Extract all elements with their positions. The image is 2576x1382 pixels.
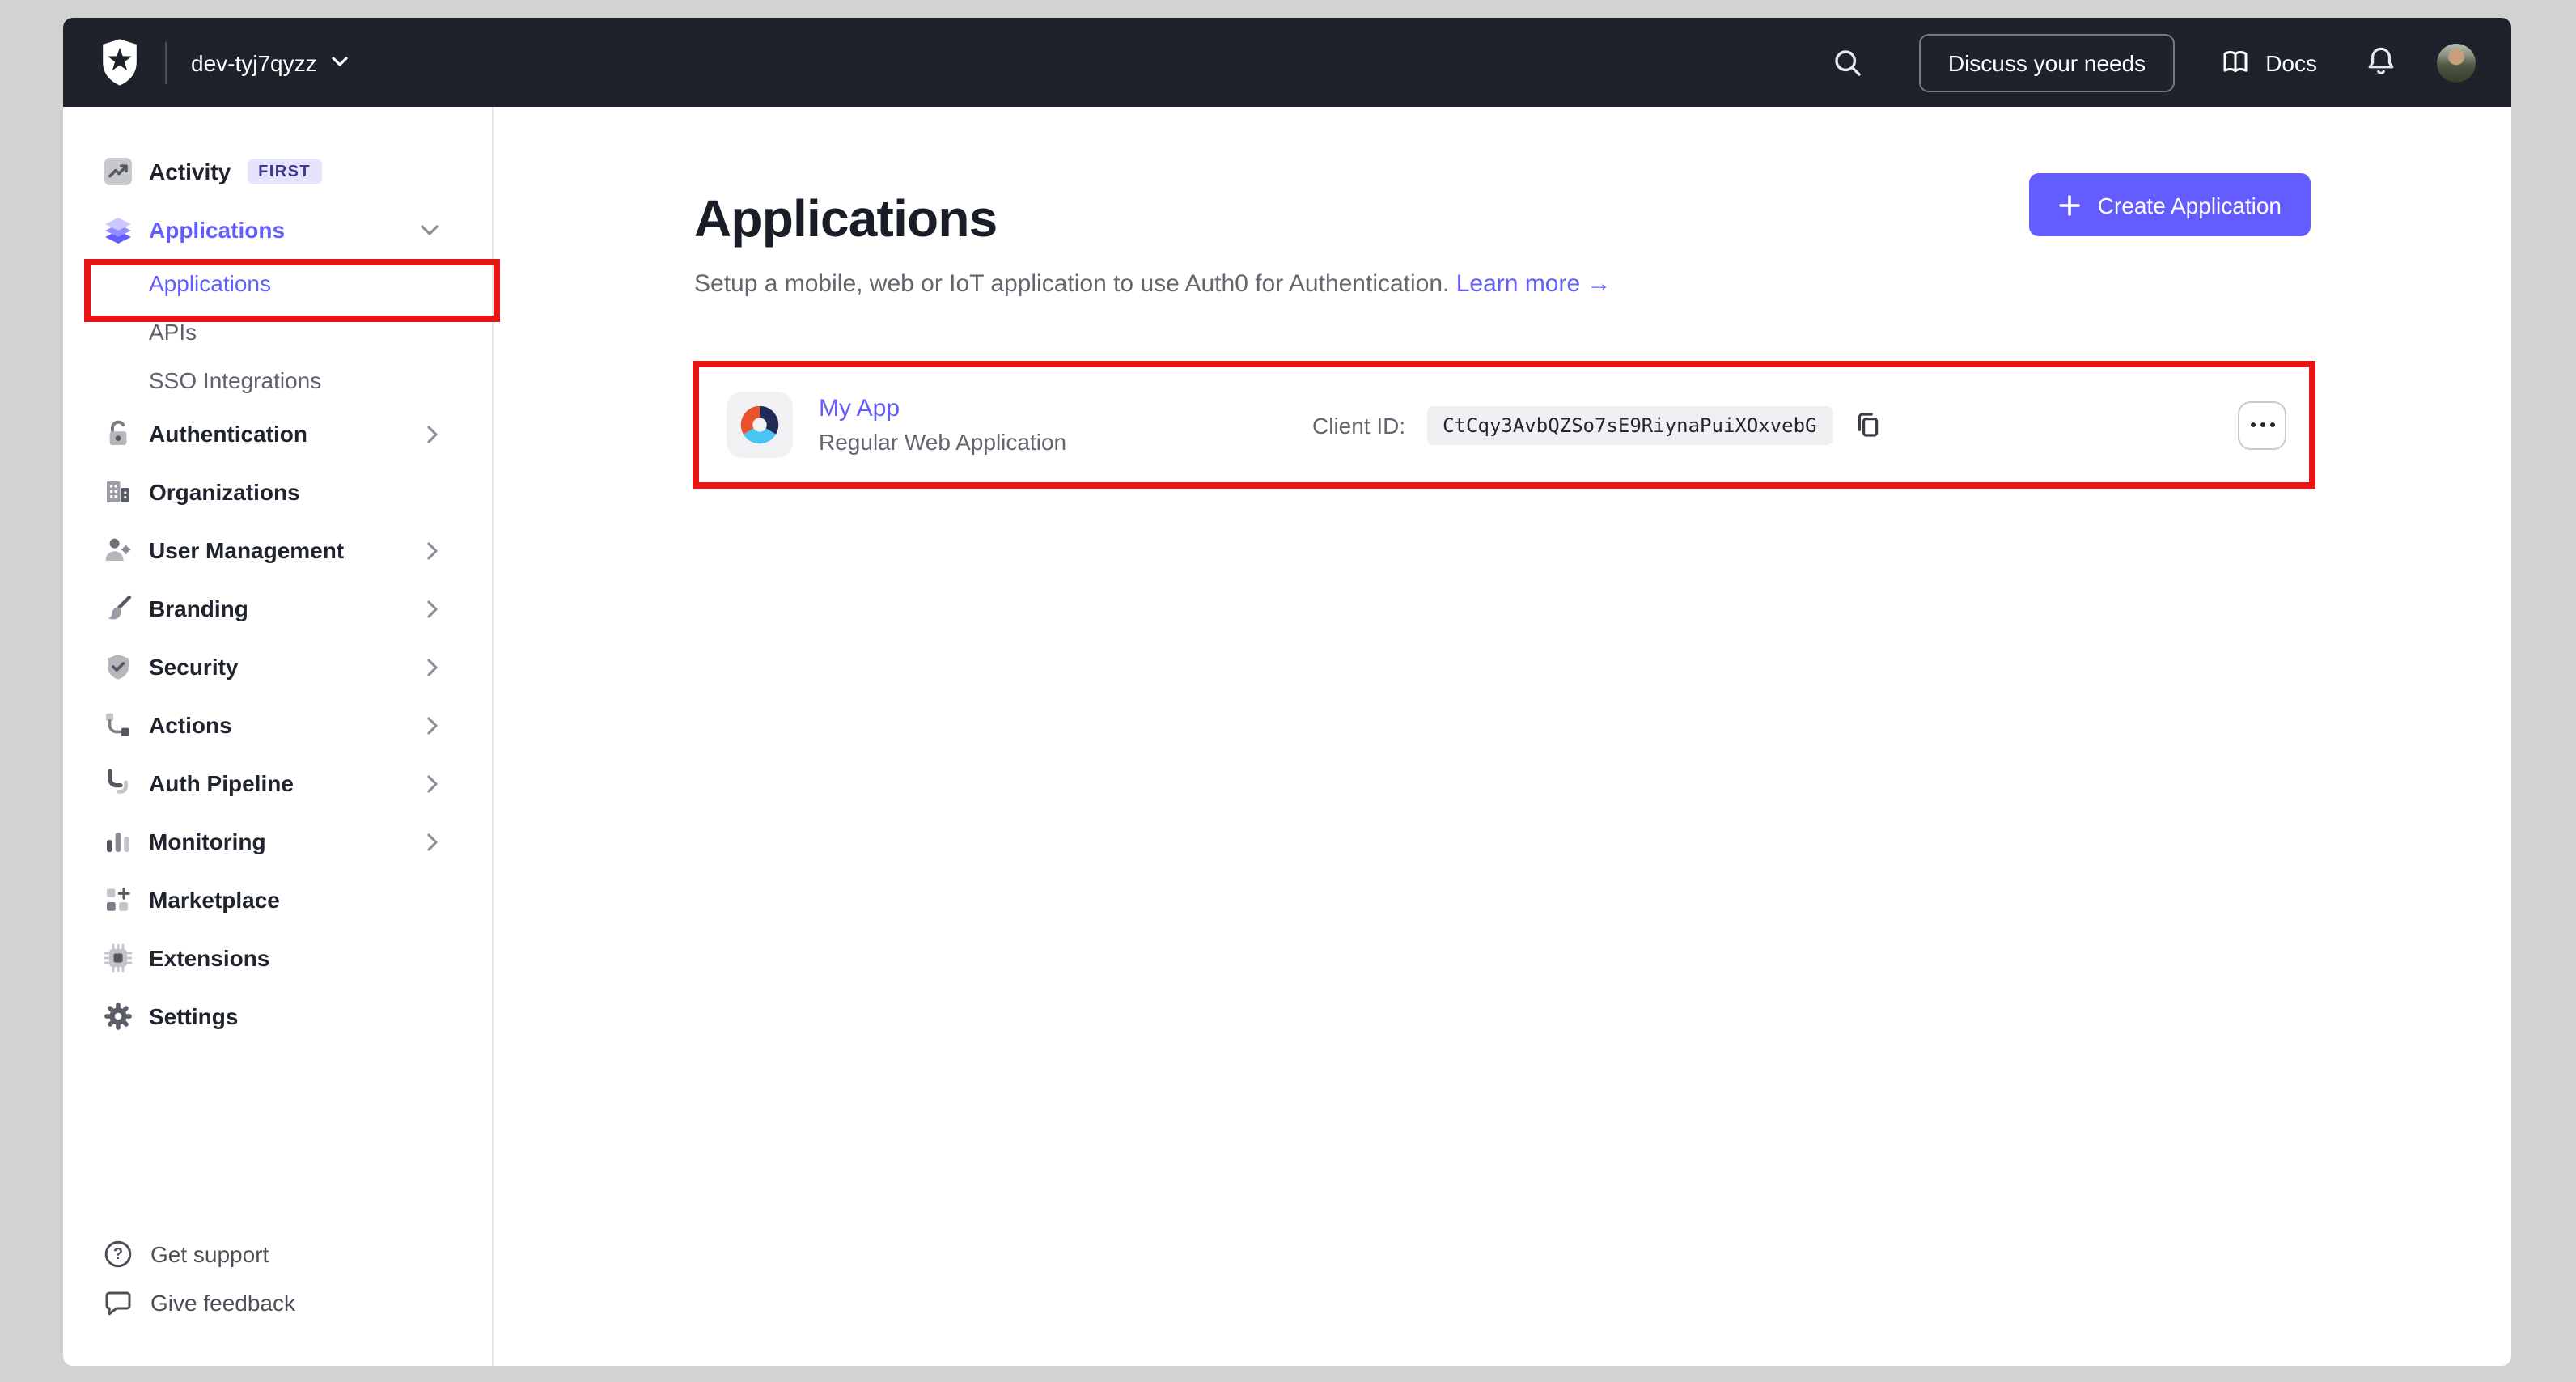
sidebar-item-settings[interactable]: Settings	[63, 987, 492, 1045]
application-logo	[727, 392, 793, 458]
sidebar-item-label: User Management	[149, 537, 345, 563]
sidebar-item-label: Activity	[149, 159, 231, 184]
sidebar-item-auth-pipeline[interactable]: Auth Pipeline	[63, 754, 492, 812]
sidebar-item-label: Security	[149, 654, 239, 680]
sidebar-item-label: Applications	[149, 217, 286, 243]
user-gear-icon	[104, 536, 133, 565]
chevron-right-icon	[427, 600, 439, 617]
chevron-right-icon	[427, 541, 439, 559]
screenshot-canvas: dev-tyj7qyzz Discuss your needs Docs Act…	[0, 0, 2576, 1382]
sidebar-item-label: Extensions	[149, 945, 270, 971]
sidebar-item-security[interactable]: Security	[63, 638, 492, 696]
sidebar-item-activity[interactable]: Activity FIRST	[63, 142, 492, 201]
chat-bubble-icon	[104, 1288, 133, 1317]
sidebar-item-label: Authentication	[149, 421, 307, 447]
content-area: Activity FIRST Applications Applications…	[63, 107, 2511, 1366]
chevron-right-icon	[427, 658, 439, 676]
chevron-right-icon	[427, 774, 439, 792]
lock-icon	[104, 419, 133, 448]
page-subtitle: Setup a mobile, web or IoT application t…	[694, 270, 1612, 298]
sidebar-item-monitoring[interactable]: Monitoring	[63, 812, 492, 871]
notifications-bell-icon[interactable]	[2366, 45, 2396, 79]
sidebar-item-actions[interactable]: Actions	[63, 696, 492, 754]
sidebar-item-label: Actions	[149, 712, 232, 738]
sidebar-item-organizations[interactable]: Organizations	[63, 463, 492, 521]
page-header: Applications Setup a mobile, web or IoT …	[694, 173, 2311, 304]
building-icon	[104, 477, 133, 507]
bar-chart-icon	[104, 827, 133, 856]
sidebar-item-extensions[interactable]: Extensions	[63, 929, 492, 987]
give-feedback-link[interactable]: Give feedback	[63, 1278, 492, 1327]
arrow-right-icon: →	[1587, 270, 1612, 298]
paintbrush-icon	[104, 594, 133, 623]
sidebar-item-label: Organizations	[149, 479, 300, 505]
sidebar-item-label: Settings	[149, 1003, 239, 1029]
discuss-your-needs-button[interactable]: Discuss your needs	[1918, 33, 2176, 91]
chevron-right-icon	[427, 425, 439, 443]
sidebar-item-marketplace[interactable]: Marketplace	[63, 871, 492, 929]
grid-plus-icon	[104, 885, 133, 914]
learn-more-link[interactable]: Learn more	[1456, 270, 1580, 298]
sidebar-subitem-sso-integrations[interactable]: SSO Integrations	[63, 356, 492, 405]
chevron-down-icon	[332, 57, 348, 68]
footer-item-label: Get support	[150, 1241, 269, 1267]
main-content: Applications Setup a mobile, web or IoT …	[494, 107, 2511, 1366]
copy-icon[interactable]	[1853, 409, 1883, 440]
client-id-label: Client ID:	[1312, 412, 1406, 438]
chevron-right-icon	[427, 833, 439, 850]
search-icon[interactable]	[1832, 46, 1864, 78]
ellipsis-icon	[2250, 422, 2274, 427]
page-title: Applications	[694, 189, 998, 248]
layers-icon	[104, 215, 133, 244]
sidebar-item-applications[interactable]: Applications	[63, 201, 492, 259]
first-badge: FIRST	[247, 159, 322, 184]
client-id-value: CtCqy3AvbQZSo7sE9RiynaPuiXOxvebG	[1426, 405, 1833, 444]
sidebar-nav: Activity FIRST Applications Applications…	[63, 107, 494, 1366]
app-window: dev-tyj7qyzz Discuss your needs Docs Act…	[63, 18, 2511, 1366]
docs-link[interactable]: Docs	[2220, 49, 2317, 76]
footer-item-label: Give feedback	[150, 1290, 295, 1316]
shield-check-icon	[104, 652, 133, 681]
docs-label: Docs	[2265, 49, 2317, 75]
create-application-button[interactable]: Create Application	[2029, 173, 2311, 236]
book-icon	[2220, 49, 2251, 76]
user-avatar[interactable]	[2437, 43, 2476, 82]
get-support-link[interactable]: ? Get support	[63, 1230, 492, 1278]
activity-icon	[104, 157, 133, 186]
tenant-name: dev-tyj7qyzz	[191, 49, 317, 75]
application-type: Regular Web Application	[819, 429, 1067, 455]
gear-icon	[104, 1002, 133, 1031]
sidebar-subitem-applications[interactable]: Applications	[63, 259, 492, 307]
chevron-down-icon	[421, 224, 439, 235]
row-actions-menu-button[interactable]	[2238, 401, 2286, 449]
sidebar-item-label: Auth Pipeline	[149, 770, 294, 796]
sidebar-item-label: Marketplace	[149, 887, 280, 913]
help-circle-icon: ?	[104, 1240, 133, 1269]
sidebar-subitem-apis[interactable]: APIs	[63, 307, 492, 356]
sidebar-footer: ? Get support Give feedback	[63, 1230, 492, 1366]
sidebar-item-branding[interactable]: Branding	[63, 579, 492, 638]
topbar-divider	[165, 41, 167, 83]
chevron-right-icon	[427, 716, 439, 734]
plus-icon	[2059, 193, 2082, 216]
flow-icon	[104, 710, 133, 740]
application-name-link[interactable]: My App	[819, 395, 1066, 422]
sidebar-item-authentication[interactable]: Authentication	[63, 405, 492, 463]
topbar-right: Discuss your needs Docs	[1832, 33, 2476, 91]
sidebar-item-label: Branding	[149, 596, 248, 621]
chip-icon	[104, 943, 133, 973]
top-bar: dev-tyj7qyzz Discuss your needs Docs	[63, 18, 2511, 107]
sidebar-item-user-management[interactable]: User Management	[63, 521, 492, 579]
application-row: My App Regular Web Application Client ID…	[694, 371, 2311, 479]
pipeline-icon	[104, 769, 133, 798]
auth0-logo-icon	[99, 39, 141, 86]
tenant-switcher[interactable]: dev-tyj7qyzz	[191, 49, 348, 75]
sidebar-item-label: Monitoring	[149, 829, 266, 854]
